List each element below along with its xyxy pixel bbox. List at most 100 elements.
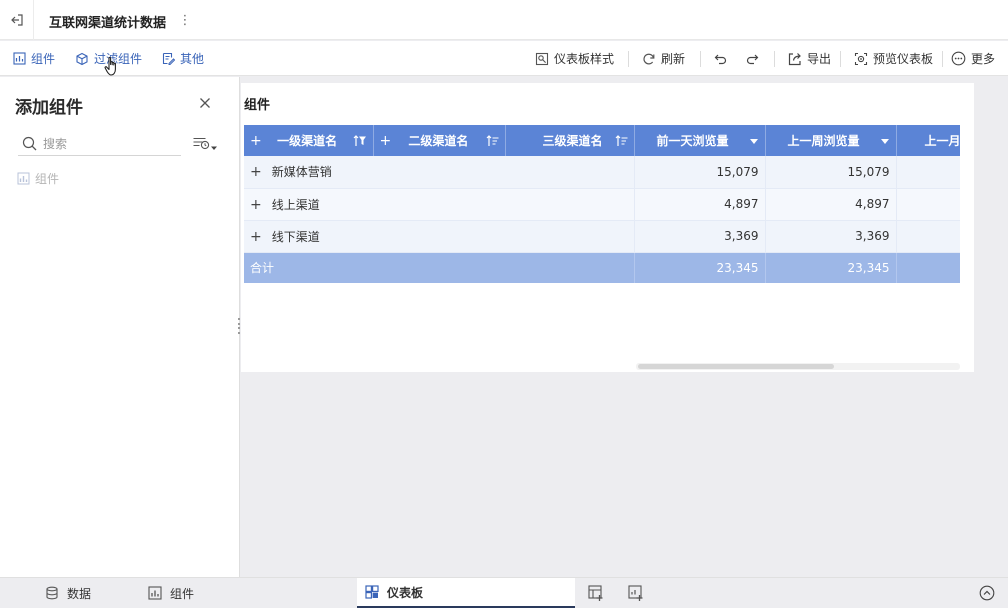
table-widget[interactable]: 组件 + 一级渠道名 + 二级渠道名 三级渠道名 前一天浏览量 上一周浏览量 上… — [241, 83, 974, 372]
collapse-up-icon[interactable] — [978, 584, 996, 602]
expand-plus-icon[interactable]: + — [250, 197, 262, 213]
cell-prev-month — [896, 156, 960, 189]
column-header-label: 上一周浏览量 — [787, 134, 860, 148]
total-prev-month — [896, 252, 960, 283]
widget-title: 组件 — [244, 98, 271, 113]
refresh-button[interactable]: 刷新 — [642, 41, 685, 76]
toolbar-divider — [840, 51, 841, 67]
table-header-row: + 一级渠道名 + 二级渠道名 三级渠道名 前一天浏览量 上一周浏览量 上一月 — [244, 125, 960, 156]
column-header-prev-month[interactable]: 上一月 — [896, 125, 960, 156]
column-header-level1[interactable]: + 一级渠道名 — [244, 125, 374, 156]
dropdown-caret-icon[interactable] — [749, 137, 759, 145]
refresh-label: 刷新 — [661, 52, 686, 66]
preview-icon — [854, 52, 868, 66]
search-icon — [22, 136, 37, 151]
column-header-label: 二级渠道名 — [408, 134, 469, 148]
cube-icon — [75, 52, 89, 66]
more-circle-icon — [951, 51, 966, 66]
row-name: 新媒体营销 — [271, 165, 332, 180]
filter-sort-button[interactable] — [192, 135, 220, 153]
cell-prev-month — [896, 188, 960, 221]
total-row: 合计 23,345 23,345 — [244, 252, 960, 283]
column-header-prev-day[interactable]: 前一天浏览量 — [634, 125, 766, 156]
add-dashboard-icon[interactable] — [587, 584, 605, 602]
expand-plus-icon[interactable]: + — [380, 133, 392, 149]
table-row: + 线下渠道 3,369 3,369 — [244, 220, 960, 253]
toolbar: 组件 过滤组件 其他 仪表板样式 刷新 导出 预览仪表板 更多 — [0, 41, 1008, 76]
toolbar-divider — [942, 51, 943, 67]
style-icon — [535, 52, 549, 66]
column-header-label: 三级渠道名 — [542, 134, 603, 148]
toolbar-divider — [628, 51, 629, 67]
toolbar-divider — [774, 51, 775, 67]
preview-dashboard-button[interactable]: 预览仪表板 — [854, 41, 933, 76]
cell-prev-day: 4,897 — [634, 188, 766, 221]
dashboard-style-button[interactable]: 仪表板样式 — [535, 41, 614, 76]
export-label: 导出 — [807, 52, 832, 66]
sort-ascending-icon[interactable] — [615, 134, 628, 147]
total-label: 合计 — [244, 252, 635, 283]
document-edit-icon — [162, 52, 175, 65]
tab-dashboard-label: 仪表板 — [387, 585, 424, 600]
cell-prev-day: 3,369 — [634, 220, 766, 253]
redo-button[interactable] — [745, 41, 759, 76]
cell-prev-month — [896, 220, 960, 253]
data-table: + 一级渠道名 + 二级渠道名 三级渠道名 前一天浏览量 上一周浏览量 上一月 … — [244, 125, 960, 285]
sort-filter-icon[interactable] — [353, 134, 367, 147]
add-component-icon[interactable] — [627, 584, 645, 602]
cell-prev-week: 4,897 — [765, 188, 897, 221]
filter-history-icon — [192, 135, 218, 153]
sort-ascending-icon[interactable] — [486, 134, 499, 147]
other-menu-label: 其他 — [180, 52, 205, 66]
add-component-panel: 添加组件 组件 — [0, 77, 240, 577]
hand-cursor-icon — [103, 55, 123, 77]
total-prev-day: 23,345 — [634, 252, 766, 283]
toolbar-divider — [700, 51, 701, 67]
tab-dashboard[interactable]: 仪表板 — [357, 578, 575, 608]
dropdown-caret-icon[interactable] — [880, 137, 890, 145]
expand-plus-icon[interactable]: + — [250, 229, 262, 245]
export-button[interactable]: 导出 — [788, 41, 831, 76]
dashboard-grid-icon — [365, 585, 379, 599]
export-icon — [788, 52, 802, 66]
row-name: 线上渠道 — [271, 197, 320, 212]
table-row: + 新媒体营销 15,079 15,079 — [244, 156, 960, 189]
refresh-icon — [642, 52, 656, 66]
component-menu-button[interactable]: 组件 — [13, 41, 55, 76]
expand-plus-icon[interactable]: + — [250, 164, 262, 180]
column-header-prev-week[interactable]: 上一周浏览量 — [765, 125, 897, 156]
tab-component[interactable]: 组件 — [148, 578, 194, 608]
exit-icon — [10, 13, 24, 27]
table-row: + 线上渠道 4,897 4,897 — [244, 188, 960, 221]
tab-data[interactable]: 数据 — [45, 578, 91, 608]
cell-prev-week: 15,079 — [765, 156, 897, 189]
close-icon[interactable] — [197, 95, 213, 111]
column-header-label: 上一月 — [924, 134, 960, 148]
component-list-item[interactable]: 组件 — [17, 170, 59, 187]
bar-chart-icon — [148, 586, 162, 600]
bar-chart-icon — [17, 172, 30, 185]
top-bar: 互联网渠道统计数据 ⋮ — [0, 0, 1008, 40]
search-input[interactable] — [43, 136, 173, 151]
database-icon — [45, 586, 59, 600]
bottom-tab-bar: 数据 组件 仪表板 — [0, 577, 1008, 608]
row-name: 线下渠道 — [271, 229, 320, 244]
tab-data-label: 数据 — [67, 586, 92, 601]
preview-dashboard-label: 预览仪表板 — [873, 52, 934, 66]
chart-add-icon — [13, 52, 26, 65]
row-name-cell: + 线下渠道 — [244, 220, 635, 253]
horizontal-scrollbar-thumb[interactable] — [638, 364, 834, 369]
exit-button[interactable] — [0, 0, 34, 40]
more-options-icon[interactable]: ⋮ — [178, 12, 192, 28]
other-menu-button[interactable]: 其他 — [162, 41, 204, 76]
column-header-level2[interactable]: + 二级渠道名 — [373, 125, 506, 156]
row-name-cell: + 线上渠道 — [244, 188, 635, 221]
column-header-level3[interactable]: 三级渠道名 — [505, 125, 635, 156]
cell-prev-week: 3,369 — [765, 220, 897, 253]
expand-plus-icon[interactable]: + — [250, 133, 262, 149]
undo-button[interactable] — [714, 41, 728, 76]
cell-prev-day: 15,079 — [634, 156, 766, 189]
row-name-cell: + 新媒体营销 — [244, 156, 635, 189]
undo-icon — [714, 52, 728, 66]
more-button[interactable]: 更多 — [951, 41, 995, 76]
